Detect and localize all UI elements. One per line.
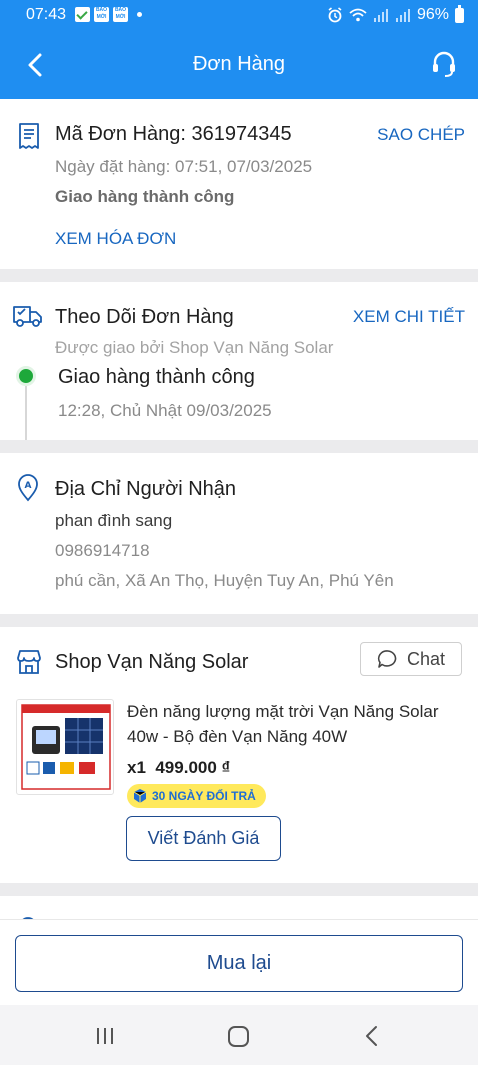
check-notification-icon: [75, 7, 90, 22]
solar-light-product-icon: [21, 704, 111, 790]
more-notifications-dot-icon: [137, 12, 142, 17]
wifi-icon: [349, 8, 367, 22]
battery-icon: [455, 4, 464, 23]
chat-bubble-icon: [377, 650, 397, 668]
news-app-icon: BÁO MỚI: [94, 7, 109, 22]
status-bar: 07:43 BÁO MỚI BÁO MỚI 96%: [0, 0, 478, 32]
tracking-title: Theo Dõi Đơn Hàng: [55, 306, 234, 328]
headset-support-icon[interactable]: [430, 49, 458, 79]
recipient-name: phan đình sang: [55, 511, 173, 530]
signal-icon-2: [395, 9, 410, 22]
order-date: Ngày đặt hàng: 07:51, 07/03/2025: [55, 157, 313, 176]
battery-percent: 96%: [416, 6, 449, 23]
timeline-status-dot: [16, 366, 36, 386]
page-title: Đơn Hàng: [192, 53, 286, 75]
chat-label: Chat: [406, 648, 446, 669]
notification-icons: BÁO MỚI BÁO MỚI: [75, 7, 142, 22]
tracking-status: Giao hàng thành công: [58, 366, 255, 388]
copy-button[interactable]: SAO CHÉP: [377, 125, 465, 145]
recent-apps-icon[interactable]: [95, 1027, 115, 1045]
location-pin-icon: A: [18, 474, 38, 502]
product-title-line1: Đèn năng lượng mặt trời Vạn Năng Solar: [127, 702, 439, 721]
tracking-time: 12:28, Chủ Nhật 09/03/2025: [58, 401, 272, 420]
return-policy-label: 30 NGÀY ĐỔI TRẢ: [152, 789, 256, 803]
shop-name[interactable]: Shop Vạn Năng Solar: [55, 651, 248, 674]
delivery-truck-icon: [13, 306, 42, 327]
tracking-section: Theo Dõi Đơn Hàng XEM CHI TIẾT Được giao…: [0, 282, 478, 440]
address-title: Địa Chỉ Người Nhận: [55, 478, 237, 500]
recipient-location: phú cần, Xã An Thọ, Huyện Tuy An, Phú Yê…: [55, 571, 394, 590]
recipient-phone: 0986914718: [55, 541, 150, 560]
box-return-icon: [133, 789, 147, 803]
order-code: Mã Đơn Hàng: 361974345: [55, 123, 292, 145]
system-nav-bar: [0, 1005, 478, 1065]
svg-text:A: A: [25, 481, 32, 491]
bottom-action-bar: Mua lại: [0, 919, 478, 1005]
receipt-icon: [19, 123, 39, 149]
order-info-section: Mã Đơn Hàng: 361974345 SAO CHÉP Ngày đặt…: [0, 99, 478, 269]
order-status: Giao hàng thành công: [55, 187, 235, 206]
view-invoice-link[interactable]: XEM HÓA ĐƠN: [55, 229, 176, 249]
app-header: Đơn Hàng: [0, 32, 478, 99]
return-policy-badge: 30 NGÀY ĐỔI TRẢ: [127, 784, 266, 808]
buy-again-button[interactable]: Mua lại: [15, 935, 463, 992]
product-image[interactable]: [16, 699, 114, 795]
product-title-line2: 40w - Bộ đèn Vạn Năng 40W: [127, 727, 348, 746]
recipient-address-section: A Địa Chỉ Người Nhận phan đình sang 0986…: [0, 453, 478, 614]
chat-button[interactable]: Chat: [360, 642, 462, 676]
tracking-carrier: Được giao bởi Shop Vạn Năng Solar: [55, 338, 334, 357]
view-details-link[interactable]: XEM CHI TIẾT: [353, 307, 465, 327]
system-indicators: 96%: [327, 4, 464, 24]
product-qty-price: x1 499.000 ₫: [127, 758, 231, 777]
nav-back-icon[interactable]: [364, 1025, 380, 1047]
alarm-icon: [328, 7, 342, 23]
news-app-icon-2: BÁO MỚI: [113, 7, 128, 22]
signal-icon: [373, 9, 388, 22]
store-icon: [17, 650, 41, 674]
status-time: 07:43: [26, 6, 67, 23]
shop-section: Shop Vạn Năng Solar Chat Đèn năng lượng …: [0, 627, 478, 883]
write-review-button[interactable]: Viết Đánh Giá: [126, 816, 281, 861]
timeline-line: [25, 377, 27, 440]
home-icon[interactable]: [228, 1026, 249, 1047]
